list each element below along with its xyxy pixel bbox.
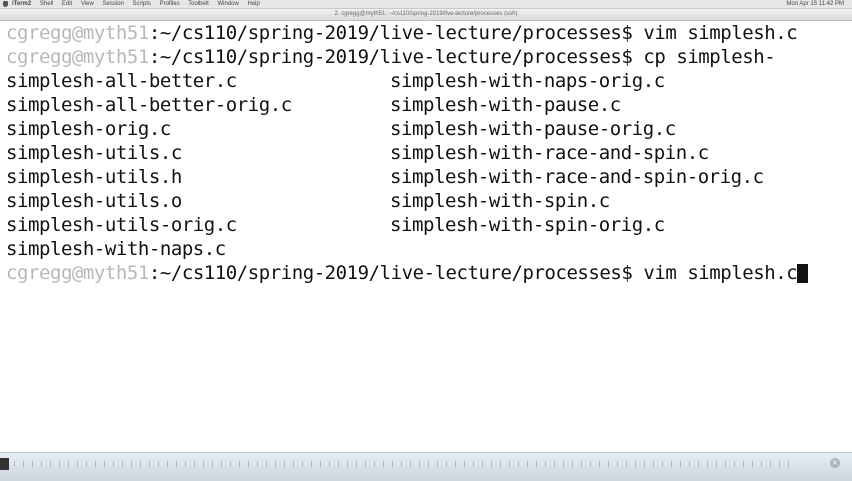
- listing-item: simplesh-utils.c: [6, 142, 182, 164]
- terminal-current-line[interactable]: cgregg@myth51:~/cs110/spring-2019/live-l…: [6, 261, 809, 285]
- menu-shell[interactable]: Shell: [40, 1, 53, 7]
- prompt-command: :~/cs110/spring-2019/live-lecture/proces…: [148, 46, 776, 68]
- prompt-command: :~/cs110/spring-2019/live-lecture/proces…: [148, 262, 798, 284]
- listing-item: simplesh-with-spin-orig.c: [390, 214, 665, 236]
- prompt-command: :~/cs110/spring-2019/live-lecture/proces…: [148, 22, 798, 44]
- listing-item: simplesh-with-race-and-spin-orig.c: [390, 166, 764, 188]
- listing-item: simplesh-all-better-orig.c: [6, 94, 292, 116]
- listing-item: simplesh-utils.h: [6, 166, 182, 188]
- menu-view[interactable]: View: [81, 1, 94, 7]
- prompt-user: cgregg@myth51: [6, 46, 149, 68]
- menubar-status: Mon Apr 15 11:42 PM: [780, 0, 844, 8]
- listing-item: simplesh-with-naps.c: [6, 238, 226, 260]
- listing-item: simplesh-with-naps-orig.c: [390, 70, 665, 92]
- window-titlebar[interactable]: 2. cgregg@myth51: ~/cs110/spring-2019/li…: [0, 9, 852, 21]
- apple-icon[interactable]: [3, 1, 8, 7]
- tab-marker-icon: [0, 458, 9, 470]
- timeline-scrubber[interactable]: [14, 461, 794, 467]
- menu-edit[interactable]: Edit: [62, 1, 72, 7]
- terminal-line-prompt: cgregg@myth51:~/cs110/spring-2019/live-l…: [6, 21, 798, 45]
- menubar-clock[interactable]: Mon Apr 15 11:42 PM: [786, 1, 844, 7]
- prompt-user: cgregg@myth51: [6, 262, 149, 284]
- menu-profiles[interactable]: Profiles: [160, 1, 180, 7]
- prompt-user: cgregg@myth51: [6, 22, 149, 44]
- listing-item: simplesh-utils-orig.c: [6, 214, 237, 236]
- listing-item: simplesh-with-race-and-spin.c: [390, 142, 709, 164]
- menu-app-name[interactable]: iTerm2: [12, 1, 31, 7]
- menu-help[interactable]: Help: [248, 1, 260, 7]
- close-icon[interactable]: ×: [830, 458, 840, 468]
- listing-item: simplesh-with-pause-orig.c: [390, 118, 676, 140]
- menubar-menus: iTerm2 Shell Edit View Session Scripts P…: [12, 0, 267, 8]
- terminal-line-prompt: cgregg@myth51:~/cs110/spring-2019/live-l…: [6, 45, 776, 69]
- bottom-toolbar: ×: [0, 452, 852, 481]
- menu-toolbelt[interactable]: Toolbelt: [188, 1, 209, 7]
- menu-session[interactable]: Session: [103, 1, 124, 7]
- listing-item: simplesh-all-better.c: [6, 70, 237, 92]
- text-cursor: [797, 264, 809, 283]
- window-title: 2. cgregg@myth51: ~/cs110/spring-2019/li…: [334, 11, 518, 17]
- menu-scripts[interactable]: Scripts: [133, 1, 151, 7]
- terminal-output[interactable]: cgregg@myth51:~/cs110/spring-2019/live-l…: [0, 21, 852, 452]
- listing-item: simplesh-utils.o: [6, 190, 182, 212]
- listing-item: simplesh-orig.c: [6, 118, 171, 140]
- macos-menubar: iTerm2 Shell Edit View Session Scripts P…: [0, 0, 852, 9]
- listing-item: simplesh-with-spin.c: [390, 190, 610, 212]
- menu-window[interactable]: Window: [218, 1, 239, 7]
- listing-item: simplesh-with-pause.c: [390, 94, 621, 116]
